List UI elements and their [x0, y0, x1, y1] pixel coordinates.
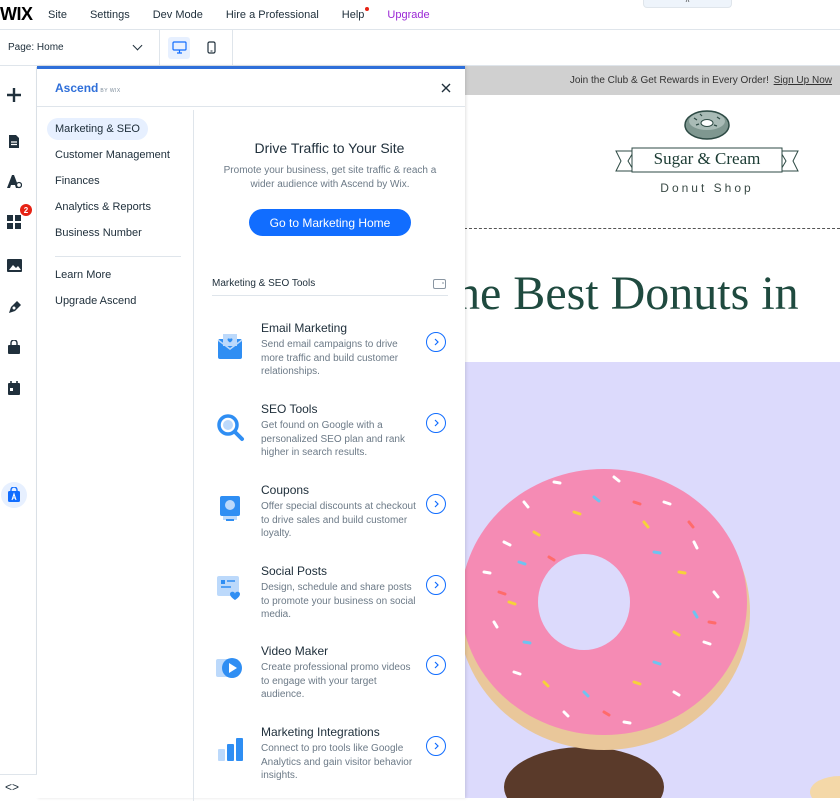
device-switcher [160, 29, 233, 66]
nav-customer-management[interactable]: Customer Management [47, 144, 178, 166]
tool-title: Video Maker [261, 644, 329, 658]
tool-description: Get found on Google with a personalized … [261, 420, 405, 458]
go-to-marketing-home-button[interactable]: Go to Marketing Home [249, 209, 411, 236]
panel-main: Drive Traffic to Your Site Promote your … [194, 110, 465, 801]
pages-icon[interactable] [0, 127, 28, 155]
panel-description: Promote your business, get site traffic … [223, 165, 437, 190]
tool-email-marketing[interactable]: Email Marketing Send email campaigns to … [212, 321, 448, 391]
menu-hire-professional[interactable]: Hire a Professional [226, 9, 319, 21]
apps-badge: 2 [20, 204, 32, 216]
ascend-logo-text: Ascend [55, 80, 99, 95]
hero-title[interactable]: he Best Donuts in [464, 266, 799, 321]
add-icon[interactable] [0, 81, 28, 109]
panel-title: Drive Traffic to Your Site [254, 140, 405, 156]
tool-description: Send email campaigns to drive more traff… [261, 339, 399, 377]
hero-image[interactable] [464, 362, 840, 798]
nav-analytics-reports[interactable]: Analytics & Reports [47, 196, 159, 218]
donut-image [464, 469, 840, 798]
tool-description: Offer special discounts at checkout to d… [261, 501, 416, 539]
tool-description: Connect to pro tools like Google Analyti… [261, 743, 413, 781]
top-bar: WIX Site Settings Dev Mode Hire a Profes… [0, 0, 840, 30]
ascend-panel: Ascend BY WIX Marketing & SEO Customer Ma… [37, 66, 465, 801]
collapse-toolbar-button[interactable]: ^ [643, 0, 732, 8]
panel-header: Ascend BY WIX [37, 69, 465, 107]
chevron-right-icon[interactable] [426, 655, 446, 675]
nav-marketing-seo[interactable]: Marketing & SEO [47, 118, 148, 140]
header-divider [464, 228, 840, 229]
blog-icon[interactable] [0, 293, 28, 321]
tool-title: Email Marketing [261, 321, 348, 335]
page-selector[interactable]: Page: Home [0, 29, 160, 66]
bookings-icon[interactable] [0, 374, 28, 402]
chevron-right-icon[interactable] [426, 736, 446, 756]
video-icon [216, 658, 242, 678]
site-logo[interactable]: Sugar & Cream Donut Shop [614, 110, 800, 195]
nav-finances[interactable]: Finances [47, 170, 108, 192]
tool-marketing-integrations[interactable]: Marketing Integrations Connect to pro to… [212, 725, 448, 795]
desktop-icon [171, 41, 187, 54]
promo-strip: Join the Club & Get Rewards in Every Ord… [464, 66, 840, 95]
menu-settings[interactable]: Settings [90, 9, 130, 21]
wix-logo[interactable]: WIX [0, 4, 48, 25]
menu-dev-mode[interactable]: Dev Mode [153, 9, 203, 21]
chevron-right-icon[interactable] [426, 332, 446, 352]
tool-social-posts[interactable]: Social Posts Design, schedule and share … [212, 564, 448, 634]
design-icon[interactable] [0, 167, 28, 195]
tool-coupons[interactable]: Coupons Offer special discounts at check… [212, 483, 448, 553]
tool-seo-tools[interactable]: SEO Tools Get found on Google with a per… [212, 402, 448, 472]
code-toggle-button[interactable]: <> [0, 774, 37, 798]
top-menu: Site Settings Dev Mode Hire a Profession… [48, 6, 453, 21]
store-icon[interactable] [0, 333, 28, 361]
brand-subtitle: Donut Shop [660, 181, 754, 195]
mobile-view-button[interactable] [200, 37, 222, 59]
close-icon[interactable] [439, 81, 453, 95]
nav-upgrade-ascend[interactable]: Upgrade Ascend [47, 290, 144, 312]
menu-site[interactable]: Site [48, 9, 67, 21]
left-toolbar: 2 [0, 67, 37, 798]
coupon-icon [220, 496, 240, 521]
site-canvas[interactable]: Join the Club & Get Rewards in Every Ord… [464, 66, 840, 798]
tools-header: Marketing & SEO Tools [212, 278, 448, 296]
nav-business-number[interactable]: Business Number [47, 222, 150, 244]
promo-text: Join the Club & Get Rewards in Every Ord… [569, 75, 769, 86]
nav-learn-more[interactable]: Learn More [47, 264, 119, 286]
tools-header-label: Marketing & SEO Tools [212, 278, 316, 289]
tool-video-maker[interactable]: Video Maker Create professional promo vi… [212, 644, 448, 714]
editor-subbar: Page: Home [0, 29, 840, 66]
email-icon [217, 334, 243, 359]
seo-icon [217, 414, 244, 441]
integrations-icon [218, 738, 243, 761]
mobile-icon [206, 41, 216, 54]
promo-signup-link[interactable]: Sign Up Now [774, 75, 832, 86]
tool-description: Create professional promo videos to enga… [261, 662, 411, 700]
help-notification-dot [365, 6, 370, 11]
page-selector-value: Home [36, 42, 64, 53]
chevron-right-icon[interactable] [426, 413, 446, 433]
media-icon[interactable] [0, 251, 28, 279]
nav-divider [55, 256, 181, 257]
tool-description: Design, schedule and share posts to prom… [261, 582, 416, 620]
ascend-logo-sub: BY WIX [100, 87, 121, 94]
chevron-right-icon[interactable] [426, 494, 446, 514]
chevron-down-icon [132, 40, 143, 50]
panel-nav: Marketing & SEO Customer Management Fina… [37, 110, 194, 801]
donut-logo-icon [684, 110, 730, 140]
tool-title: Coupons [261, 483, 310, 497]
chevron-up-icon: ^ [685, 0, 690, 7]
ascend-logo: Ascend BY WIX [55, 81, 121, 95]
tool-title: Social Posts [261, 564, 328, 578]
chevron-right-icon[interactable] [426, 575, 446, 595]
tool-title: Marketing Integrations [261, 725, 380, 739]
video-tutorial-icon[interactable] [433, 279, 446, 289]
tool-title: SEO Tools [261, 402, 318, 416]
brand-name: Sugar & Cream [653, 149, 761, 168]
social-icon [217, 576, 240, 600]
menu-upgrade[interactable]: Upgrade [387, 9, 429, 21]
page-selector-label: Page: [8, 42, 35, 53]
menu-help[interactable]: Help [341, 6, 370, 21]
desktop-view-button[interactable] [168, 36, 190, 59]
menu-help-label: Help [341, 8, 365, 21]
ascend-icon[interactable] [0, 481, 28, 509]
